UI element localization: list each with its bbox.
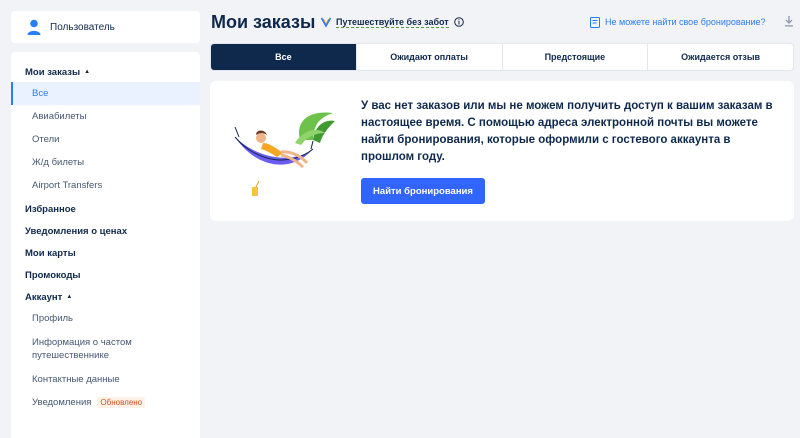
sidebar-item-my-cards[interactable]: Мои карты: [11, 243, 200, 263]
tab-awaiting-review[interactable]: Ожидается отзыв: [648, 44, 793, 70]
sidebar-item-label: Уведомления о ценах: [25, 225, 128, 237]
sidebar-section-my-orders[interactable]: Мои заказы ▲: [11, 62, 200, 82]
sidebar-item-profile[interactable]: Профиль: [11, 307, 200, 330]
sidebar: Мои заказы ▲ Все Авиабилеты Отели Ж/д би…: [11, 52, 200, 438]
sidebar-item-promo-codes[interactable]: Промокоды: [11, 265, 200, 285]
sidebar-item-label: Контактные данные: [32, 374, 120, 385]
sidebar-item-label: Информация о частом путешественнике: [32, 337, 132, 361]
hammock-illustration: [234, 112, 335, 196]
page-title: Мои заказы: [211, 12, 316, 32]
promo-label: Путешествуйте без забот: [336, 16, 449, 28]
sidebar-item-all[interactable]: Все: [11, 82, 200, 105]
booking-search-icon: [590, 16, 600, 28]
shield-check-icon: [320, 17, 332, 28]
empty-orders-card: У вас нет заказов или мы не можем получи…: [210, 81, 794, 221]
sidebar-item-frequent-traveler[interactable]: Информация о частом путешественнике: [11, 330, 200, 368]
download-icon[interactable]: [784, 15, 794, 27]
help-link-label: Не можете найти свое бронирование?: [605, 17, 766, 27]
sidebar-section-account[interactable]: Аккаунт ▲: [11, 287, 200, 307]
sidebar-item-label: Airport Transfers: [32, 180, 103, 191]
tab-upcoming[interactable]: Предстоящие: [503, 44, 649, 70]
sidebar-item-label: Ж/д билеты: [32, 157, 85, 168]
user-name: Пользователь: [50, 21, 115, 33]
sidebar-item-label: Все: [32, 88, 49, 99]
updated-badge: Обновлено: [97, 397, 146, 408]
info-icon[interactable]: [453, 17, 464, 27]
sidebar-item-price-alerts[interactable]: Уведомления о ценах: [11, 221, 200, 241]
sidebar-item-label: Избранное: [25, 203, 76, 215]
sidebar-item-label: Промокоды: [25, 269, 81, 281]
sidebar-item-label: Профиль: [32, 313, 74, 324]
sidebar-item-label: Отели: [32, 134, 60, 145]
sidebar-section-label: Мои заказы: [25, 66, 81, 78]
sidebar-item-label: Уведомления: [32, 397, 92, 408]
sidebar-item-flights[interactable]: Авиабилеты: [11, 105, 200, 128]
find-bookings-button[interactable]: Найти бронирования: [361, 178, 485, 204]
order-tabs: Все Ожидают оплаты Предстоящие Ожидается…: [210, 43, 794, 71]
caret-up-icon: ▲: [66, 294, 73, 300]
sidebar-item-notifications[interactable]: Уведомления Обновлено: [11, 391, 200, 414]
sidebar-item-contact-details[interactable]: Контактные данные: [11, 368, 200, 391]
caret-up-icon: ▲: [84, 69, 91, 75]
sidebar-item-label: Мои карты: [25, 247, 76, 259]
sidebar-item-favorites[interactable]: Избранное: [11, 199, 200, 219]
tab-all[interactable]: Все: [211, 44, 357, 70]
user-card[interactable]: Пользователь: [11, 11, 200, 43]
tab-awaiting-payment[interactable]: Ожидают оплаты: [357, 44, 503, 70]
empty-state-message: У вас нет заказов или мы не можем получи…: [361, 100, 773, 163]
sidebar-item-hotels[interactable]: Отели: [11, 128, 200, 151]
sidebar-section-label: Аккаунт: [25, 291, 63, 303]
sidebar-item-trains[interactable]: Ж/д билеты: [11, 151, 200, 174]
travel-worry-free-link[interactable]: Путешествуйте без забот: [320, 15, 464, 29]
cant-find-booking-link[interactable]: Не можете найти свое бронирование?: [590, 15, 766, 29]
sidebar-item-label: Авиабилеты: [32, 111, 87, 122]
user-avatar-icon: [27, 19, 41, 35]
sidebar-item-airport-transfers[interactable]: Airport Transfers: [11, 174, 200, 197]
